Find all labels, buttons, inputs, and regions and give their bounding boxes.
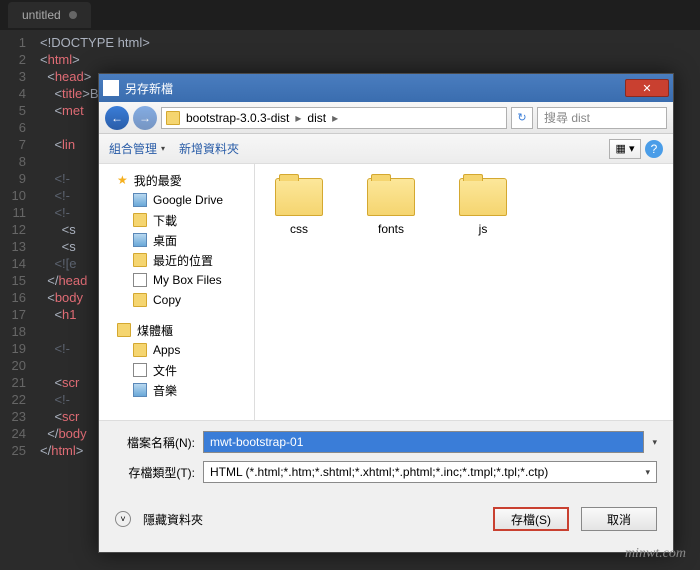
filetype-label: 存檔類型(T):: [115, 464, 195, 481]
dialog-title-bar: 另存新檔 ✕: [99, 74, 673, 102]
search-input[interactable]: 搜尋 dist: [537, 107, 667, 129]
dialog-body: ★我的最愛 Google Drive 下載 桌面 最近的位置 My Box Fi…: [99, 164, 673, 420]
view-mode-button[interactable]: ▦ ▾: [609, 139, 641, 159]
sidebar-item[interactable]: 音樂: [99, 380, 254, 400]
sidebar-item[interactable]: My Box Files: [99, 270, 254, 290]
forward-button[interactable]: →: [133, 106, 157, 130]
new-folder-button[interactable]: 新增資料夾: [179, 140, 239, 157]
folder-icon: [166, 111, 180, 125]
folder-item[interactable]: css: [269, 178, 329, 236]
bottom-bar: ˅ 隱藏資料夾 存檔(S) 取消: [99, 497, 673, 541]
filetype-select[interactable]: HTML (*.html;*.htm;*.shtml;*.xhtml;*.pht…: [203, 461, 657, 483]
chevron-right-icon: ▸: [332, 111, 338, 125]
breadcrumb-segment[interactable]: dist: [303, 111, 330, 125]
folder-item[interactable]: fonts: [361, 178, 421, 236]
editor-tab[interactable]: untitled: [8, 2, 91, 28]
desktop-icon: [133, 233, 147, 247]
expand-folders-button[interactable]: ˅: [115, 511, 131, 527]
tab-title: untitled: [22, 8, 61, 22]
folder-icon: [133, 213, 147, 227]
libraries-icon: [117, 323, 131, 337]
tab-bar: untitled: [0, 0, 700, 30]
drive-icon: [133, 193, 147, 207]
organize-button[interactable]: 組合管理: [109, 140, 165, 157]
folder-icon: [133, 343, 147, 357]
form-area: 檔案名稱(N): ▾ 存檔類型(T): HTML (*.html;*.htm;*…: [99, 420, 673, 497]
search-placeholder: 搜尋 dist: [544, 109, 590, 126]
filename-label: 檔案名稱(N):: [115, 434, 195, 451]
filetype-value: HTML (*.html;*.htm;*.shtml;*.xhtml;*.pht…: [210, 465, 548, 479]
breadcrumb[interactable]: bootstrap-3.0.3-dist ▸ dist ▸: [161, 107, 507, 129]
folder-icon: [133, 293, 147, 307]
file-icon: [133, 273, 147, 287]
breadcrumb-segment[interactable]: bootstrap-3.0.3-dist: [182, 111, 293, 125]
hide-folders-label[interactable]: 隱藏資料夾: [143, 511, 203, 528]
close-button[interactable]: ✕: [625, 79, 669, 97]
toolbar: 組合管理 新增資料夾 ▦ ▾ ?: [99, 134, 673, 164]
folder-label: js: [479, 222, 488, 236]
folder-item[interactable]: js: [453, 178, 513, 236]
refresh-button[interactable]: ↻: [511, 107, 533, 129]
folder-icon: [275, 178, 323, 216]
dialog-icon: [103, 80, 119, 96]
sidebar-favorites[interactable]: ★我的最愛: [99, 170, 254, 190]
save-as-dialog: 另存新檔 ✕ ← → bootstrap-3.0.3-dist ▸ dist ▸…: [98, 73, 674, 553]
sidebar: ★我的最愛 Google Drive 下載 桌面 最近的位置 My Box Fi…: [99, 164, 255, 420]
folder-icon: [367, 178, 415, 216]
cancel-button[interactable]: 取消: [581, 507, 657, 531]
dialog-title: 另存新檔: [125, 80, 625, 97]
sidebar-item[interactable]: Copy: [99, 290, 254, 310]
recent-icon: [133, 253, 147, 267]
folder-label: css: [290, 222, 308, 236]
sidebar-item[interactable]: 桌面: [99, 230, 254, 250]
sidebar-item[interactable]: Apps: [99, 340, 254, 360]
line-gutter: 1234567891011121314151617181920212223242…: [0, 34, 40, 459]
watermark: minwt.com: [625, 546, 686, 562]
document-icon: [133, 363, 147, 377]
sidebar-item[interactable]: 下載: [99, 210, 254, 230]
back-button[interactable]: ←: [105, 106, 129, 130]
dirty-indicator-icon: [69, 11, 77, 19]
sidebar-item[interactable]: Google Drive: [99, 190, 254, 210]
filename-input[interactable]: [203, 431, 644, 453]
help-button[interactable]: ?: [645, 140, 663, 158]
chevron-down-icon: ▾: [645, 467, 650, 478]
chevron-down-icon[interactable]: ▾: [652, 437, 657, 448]
sidebar-item[interactable]: 最近的位置: [99, 250, 254, 270]
file-list[interactable]: css fonts js: [255, 164, 673, 420]
sidebar-libraries[interactable]: 煤體櫃: [99, 320, 254, 340]
save-button[interactable]: 存檔(S): [493, 507, 569, 531]
chevron-right-icon: ▸: [295, 111, 301, 125]
nav-bar: ← → bootstrap-3.0.3-dist ▸ dist ▸ ↻ 搜尋 d…: [99, 102, 673, 134]
folder-icon: [459, 178, 507, 216]
sidebar-item[interactable]: 文件: [99, 360, 254, 380]
star-icon: ★: [117, 173, 128, 187]
folder-label: fonts: [378, 222, 404, 236]
music-icon: [133, 383, 147, 397]
